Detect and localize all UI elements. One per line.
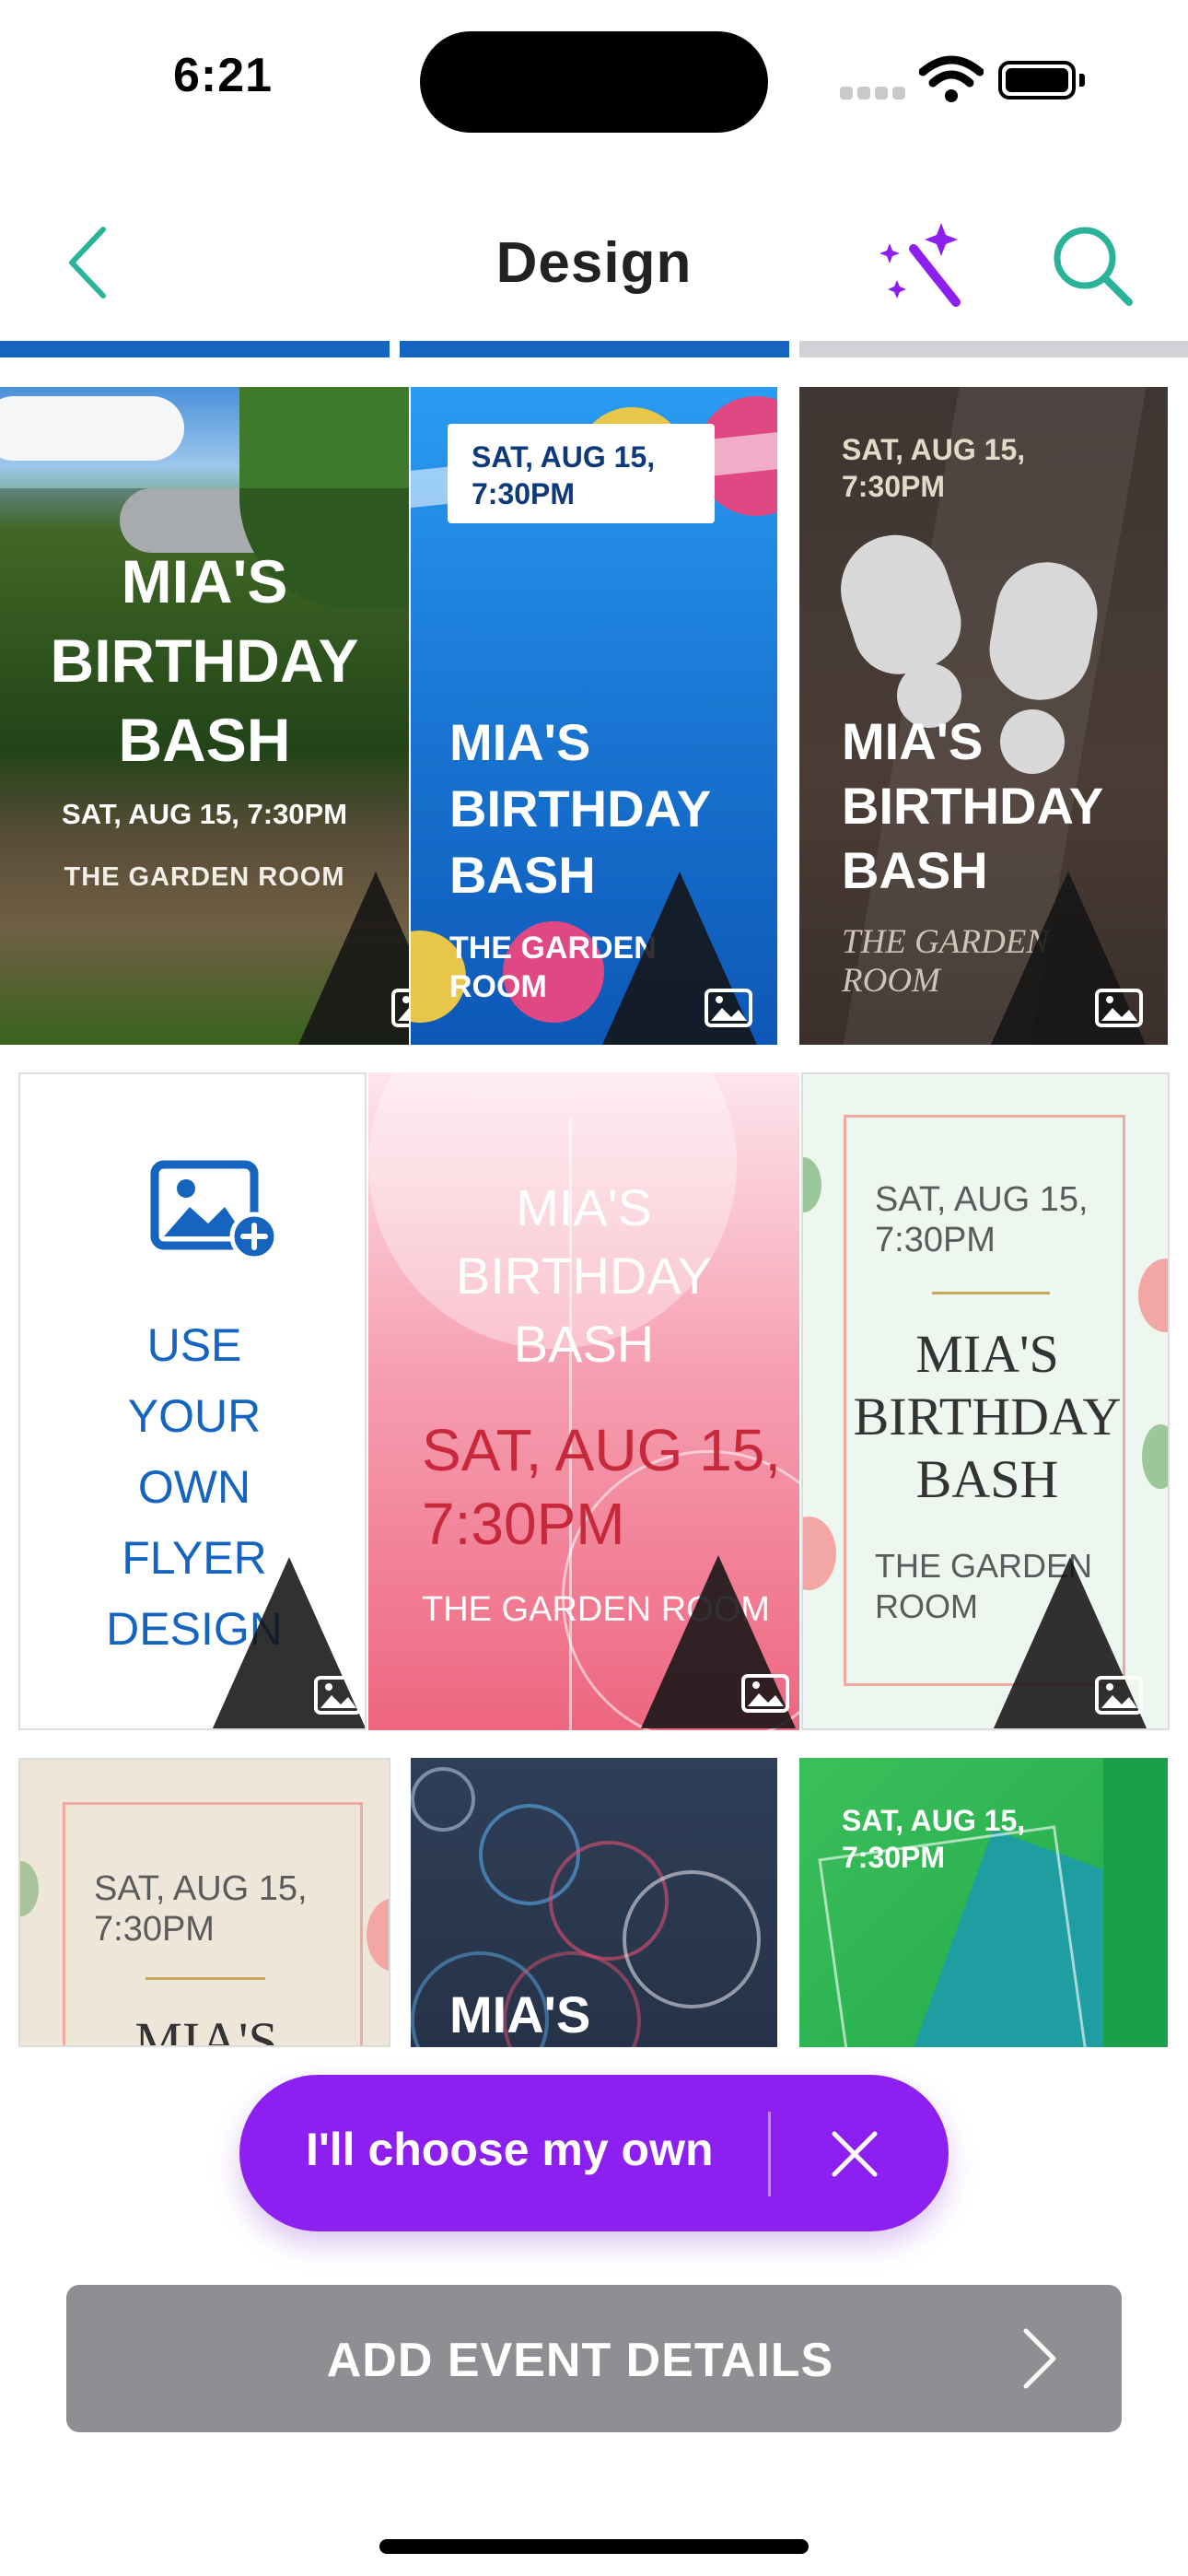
- image-icon: [1095, 1676, 1143, 1715]
- template-date-line: SAT, AUG 15,: [472, 440, 656, 474]
- choose-own-label[interactable]: I'll choose my own: [306, 2123, 714, 2176]
- own-design-line: OWN: [137, 1461, 251, 1513]
- template-date-line: 7:30PM: [422, 1491, 625, 1557]
- template-title-line: BIRTHDAY: [853, 1387, 1122, 1446]
- search-icon: [1054, 227, 1133, 306]
- progress-step-2: [400, 341, 789, 357]
- template-title-line: BIRTHDAY: [456, 1247, 712, 1305]
- template-title-line: BASH: [915, 1449, 1059, 1509]
- battery-icon: [998, 61, 1085, 100]
- template-card-floral-mint[interactable]: SAT, AUG 15, 7:30PM MIA'S BIRTHDAY BASH …: [801, 1072, 1170, 1730]
- progress-step-3: [799, 341, 1188, 357]
- leaf-shape: [20, 1861, 39, 1916]
- image-icon: [741, 1674, 789, 1713]
- template-title-line: BIRTHDAY: [842, 777, 1104, 835]
- own-design-line: YOUR: [127, 1390, 262, 1442]
- image-icon: [705, 989, 752, 1027]
- pill-divider: [768, 2112, 771, 2196]
- search-button[interactable]: [1046, 221, 1138, 313]
- add-event-details-label: ADD EVENT DETAILS: [326, 2334, 834, 2387]
- close-icon[interactable]: [810, 2110, 899, 2198]
- stripe-shape: [1103, 1758, 1168, 2047]
- template-card-floral-beige[interactable]: SAT, AUG 15, 7:30PM MIA'S: [18, 1758, 390, 2047]
- image-icon: [314, 1676, 362, 1715]
- dynamic-island: [420, 31, 768, 133]
- template-date-line: 7:30PM: [842, 1841, 946, 1874]
- add-photo-icon: [150, 1160, 278, 1260]
- cellular-signal-icon: [840, 87, 906, 100]
- template-date-line: SAT, AUG 15,: [422, 1417, 782, 1483]
- magic-wand-icon: [879, 223, 961, 307]
- circle-outline-shape: [623, 1870, 761, 2008]
- own-design-line: USE: [146, 1319, 242, 1371]
- template-date-line: SAT, AUG 15,: [842, 1804, 1026, 1837]
- add-event-details-button[interactable]: ADD EVENT DETAILS: [66, 2285, 1122, 2432]
- template-date-line: SAT, AUG 15,: [875, 1180, 1089, 1219]
- template-title-line: MIA'S: [915, 1324, 1059, 1384]
- magic-design-button[interactable]: [877, 221, 969, 313]
- template-card-blue[interactable]: SAT, AUG 15, 7:30PM MIA'S BIRTHDAY BASH …: [411, 387, 777, 1045]
- template-title-line: BIRTHDAY: [50, 626, 359, 695]
- template-date-line: 7:30PM: [472, 477, 576, 510]
- divider-line: [932, 1292, 1050, 1294]
- template-card-footprints[interactable]: SAT, AUG 15, 7:30PM MIA'S BIRTHDAY BASH …: [799, 387, 1168, 1045]
- wifi-icon: [919, 55, 984, 102]
- template-title-line: MIA'S: [449, 1985, 591, 2043]
- template-title-line: MIA'S: [121, 547, 288, 615]
- image-icon: [391, 989, 409, 1027]
- image-icon: [1095, 989, 1143, 1027]
- use-own-design-card[interactable]: USE YOUR OWN FLYER DESIGN: [18, 1072, 367, 1730]
- petal-shape: [367, 1898, 389, 1972]
- petal-shape: [803, 1516, 836, 1590]
- template-title-line: BIRTHDAY: [449, 779, 712, 837]
- page-title: Design: [495, 231, 693, 295]
- circle-outline-shape: [411, 1767, 475, 1832]
- template-card-landscape[interactable]: MIA'S BIRTHDAY BASH SAT, AUG 15, 7:30PM …: [0, 387, 409, 1045]
- template-title-line: MIA'S: [842, 712, 984, 770]
- progress-step-1: [0, 341, 390, 357]
- template-title-line: BASH: [118, 706, 291, 774]
- template-title-line: MIA'S: [134, 2011, 278, 2047]
- divider-line: [146, 1977, 265, 1980]
- status-time: 6:21: [173, 49, 274, 102]
- back-button[interactable]: [55, 221, 120, 304]
- template-date-line: 7:30PM: [842, 470, 946, 503]
- template-title-line: MIA'S: [516, 1178, 652, 1236]
- template-date-line: SAT, AUG 15,: [842, 433, 1026, 466]
- home-indicator: [379, 2539, 809, 2554]
- chevron-right-icon: [1023, 2328, 1056, 2389]
- leaf-shape: [803, 1157, 821, 1212]
- template-date-line: 7:30PM: [94, 1910, 215, 1949]
- template-card-navy-circles[interactable]: MIA'S: [411, 1758, 777, 2047]
- template-date: SAT, AUG 15, 7:30PM: [61, 798, 348, 830]
- chevron-left-icon: [69, 227, 106, 299]
- template-title-line: MIA'S: [449, 713, 591, 771]
- cloud-shape: [0, 396, 184, 461]
- template-card-green[interactable]: SAT, AUG 15, 7:30PM: [799, 1758, 1168, 2047]
- petal-shape: [1138, 1259, 1168, 1332]
- template-date-line: 7:30PM: [875, 1221, 996, 1259]
- template-date-line: SAT, AUG 15,: [94, 1869, 308, 1908]
- choose-own-pill[interactable]: I'll choose my own: [239, 2075, 949, 2231]
- template-title-line: BASH: [513, 1315, 655, 1373]
- template-card-pink[interactable]: MIA'S BIRTHDAY BASH SAT, AUG 15, 7:30PM …: [368, 1072, 799, 1730]
